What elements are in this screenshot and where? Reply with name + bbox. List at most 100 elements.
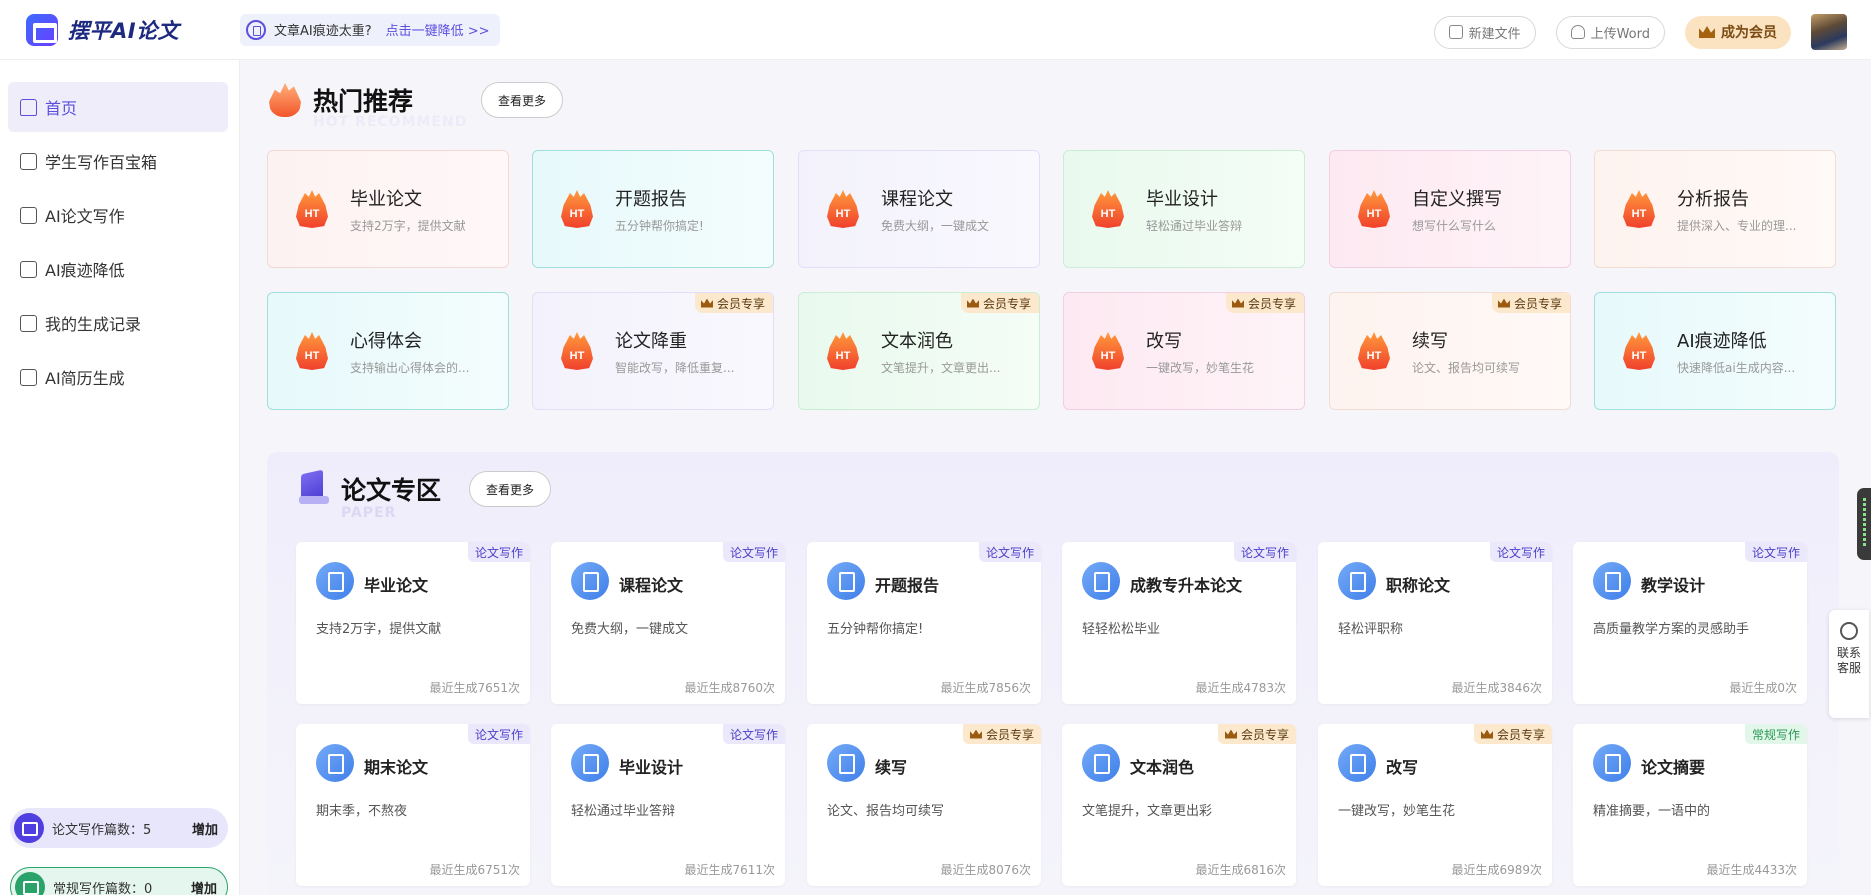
paper-card-desc: 支持2万字，提供文献 [316,622,442,637]
paper-card[interactable]: 论文摘要 精准摘要，一语中的 最近生成4433次 常规写作 [1573,724,1807,886]
ai-chart-icon [20,260,37,278]
sidebar-item-records[interactable]: 我的生成记录 [8,298,228,348]
hot-heading: 热门推荐 HOT RECOMMEND 查看更多 [269,82,564,130]
hot-card[interactable]: HT 分析报告 提供深入、专业的理... [1594,150,1836,268]
logo[interactable]: 摆平AI论文 [26,13,236,46]
fire-icon [269,83,301,117]
paper-card[interactable]: 毕业设计 轻松通过毕业答辩 最近生成7611次 论文写作 [551,724,785,886]
paper-card-desc: 精准摘要，一语中的 [1593,804,1711,819]
crown-icon [969,729,982,739]
normal-quota-add-button[interactable]: 增加 [191,878,217,895]
paper-card[interactable]: 成教专升本论文 轻轻松松毕业 最近生成4783次 论文写作 [1062,542,1296,704]
side-scroll-handle[interactable] [1857,488,1871,560]
paper-more-button[interactable]: 查看更多 [469,471,552,507]
hot-card[interactable]: HT 续写 论文、报告均可续写 会员专享 [1329,292,1571,410]
document-icon [571,562,609,600]
upload-word-button[interactable]: 上传Word [1555,15,1665,49]
hot-card-body: 课程论文 免费大纲，一键成文 [881,185,989,234]
hot-card[interactable]: HT 毕业设计 轻松通过毕业答辩 [1063,150,1305,268]
vip-tag-label: 会员专享 [982,296,1031,311]
paper-card-tag-label: 论文写作 [474,727,523,742]
paper-card-stat: 最近生成7856次 [940,681,1031,695]
crown-icon [966,298,979,308]
paper-card-desc: 文笔提升，文章更出彩 [1082,804,1213,819]
hot-card[interactable]: HT 毕业论文 支持2万字，提供文献 [267,150,509,268]
hot-card[interactable]: HT 自定义撰写 想写什么写什么 [1329,150,1571,268]
paper-card-stat: 最近生成7651次 [429,681,520,695]
paper-card[interactable]: 续写 论文、报告均可续写 最近生成8076次 会员专享 [807,724,1041,886]
hot-card[interactable]: HT 文本润色 文笔提升，文章更出... 会员专享 [798,292,1040,410]
sidebar-item-ai-reduce[interactable]: AI痕迹降低 [8,244,228,294]
paper-card-stat: 最近生成4783次 [1195,681,1286,695]
paper-card-tag: 论文写作 [1489,542,1552,562]
new-file-button[interactable]: 新建文件 [1433,15,1536,49]
hot-title: 热门推荐 [313,87,414,116]
crown-icon [1231,298,1244,308]
paper-title: 论文专区 [341,476,442,505]
hot-card[interactable]: HT 开题报告 五分钟帮你搞定! [532,150,774,268]
paper-quota: 论文写作篇数：5 增加 [10,808,228,848]
hot-card-desc: 一键改写，妙笔生花 [1146,360,1255,375]
paper-card[interactable]: 文本润色 文笔提升，文章更出彩 最近生成6816次 会员专享 [1062,724,1296,886]
hot-card-title: 毕业设计 [1146,188,1218,210]
ht-badge-text: HT [569,208,585,220]
hot-card[interactable]: HT 课程论文 免费大纲，一键成文 [798,150,1040,268]
paper-card-tag: 论文写作 [467,724,530,744]
sidebar-item-toolbox[interactable]: 学生写作百宝箱 [8,136,228,186]
customer-service-button[interactable]: 联系客服 [1829,610,1869,718]
paper-card-title: 成教专升本论文 [1130,576,1243,595]
ht-fire-icon: HT [1358,190,1390,228]
sidebar-item-ai-paper[interactable]: AI论文写作 [8,190,228,240]
logo-text: 摆平AI论文 [68,18,180,43]
paper-card-title: 毕业设计 [619,758,684,777]
hot-card-desc: 支持输出心得体会的... [350,360,470,375]
hot-card[interactable]: HT 心得体会 支持输出心得体会的... [267,292,509,410]
paper-card-desc: 期末季，不熬夜 [316,804,408,819]
paper-card-stat: 最近生成7611次 [684,863,775,877]
crown-icon [1480,729,1493,739]
document-icon [316,744,354,782]
paper-card[interactable]: 开题报告 五分钟帮你搞定! 最近生成7856次 论文写作 [807,542,1041,704]
paper-card-tag-label: 论文写作 [474,545,523,560]
paper-card[interactable]: 改写 一键改写，妙笔生花 最近生成6989次 会员专享 [1318,724,1552,886]
hot-card-title: 论文降重 [615,330,687,352]
paper-quota-count: 5 [143,822,152,838]
sidebar-item-resume[interactable]: AI简历生成 [8,352,228,402]
hot-card-desc: 想写什么写什么 [1412,218,1497,233]
hot-card-body: 论文降重 智能改写，降低重复... [615,327,734,376]
sidebar-item-home[interactable]: 首页 [8,82,228,132]
ht-fire-icon: HT [827,332,859,370]
paper-heading: 论文专区 PAPER 查看更多 [297,469,552,521]
paper-card[interactable]: 教学设计 高质量教学方案的灵感助手 最近生成0次 论文写作 [1573,542,1807,704]
paper-quota-add-button[interactable]: 增加 [192,819,218,838]
avatar[interactable] [1811,14,1847,50]
hot-card[interactable]: HT AI痕迹降低 快速降低ai生成内容... [1594,292,1836,410]
hot-more-button[interactable]: 查看更多 [481,82,564,118]
paper-card-title: 职称论文 [1386,576,1451,595]
hot-card-title: 开题报告 [615,188,687,210]
paper-card[interactable]: 职称论文 轻松评职称 最近生成3846次 论文写作 [1318,542,1552,704]
document-icon [571,744,609,782]
document-icon [1593,744,1631,782]
paper-card-title: 改写 [1386,758,1419,777]
ai-trace-promo[interactable]: 文章AI痕迹太重? 点击一键降低 >> [240,13,500,46]
promo-link[interactable]: 点击一键降低 >> [386,20,490,39]
normal-quota-count: 0 [144,881,153,895]
sidebar-item-label: 学生写作百宝箱 [45,153,158,172]
paper-card[interactable]: 课程论文 免费大纲，一键成文 最近生成8760次 论文写作 [551,542,785,704]
ht-badge-text: HT [1100,350,1116,362]
paper-card[interactable]: 期末论文 期末季，不熬夜 最近生成6751次 论文写作 [296,724,530,886]
paper-card-title: 期末论文 [364,758,429,777]
paper-card-tag-label: 常规写作 [1751,727,1800,742]
hot-card[interactable]: HT 改写 一键改写，妙笔生花 会员专享 [1063,292,1305,410]
become-vip-button[interactable]: 成为会员 [1685,15,1791,49]
paper-card-title: 续写 [875,758,908,777]
paper-card-title: 课程论文 [619,576,684,595]
hot-card-title: 文本润色 [881,330,953,352]
paper-card[interactable]: 毕业论文 支持2万字，提供文献 最近生成7651次 论文写作 [296,542,530,704]
paper-card-tag-label: 会员专享 [1240,727,1289,742]
paper-card-desc: 轻松通过毕业答辩 [571,804,676,819]
hot-card[interactable]: HT 论文降重 智能改写，降低重复... 会员专享 [532,292,774,410]
plus-file-icon [1448,25,1463,39]
ht-fire-icon: HT [561,332,593,370]
